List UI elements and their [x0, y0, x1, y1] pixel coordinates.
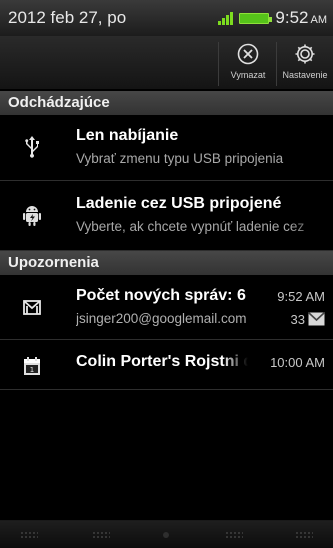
divider: [218, 42, 219, 86]
section-header-notifications: Upozornenia: [0, 251, 333, 275]
drag-handle-bar[interactable]: [0, 520, 333, 548]
status-time: 9:52 AM: [275, 8, 327, 27]
status-bar: 2012 feb 27, po 9:52 AM: [0, 0, 333, 36]
calendar-icon: 1: [20, 354, 44, 378]
item-title: Colin Porter's Rojstni dan: [76, 353, 248, 370]
clear-button[interactable]: Vymazat: [220, 42, 276, 88]
handle-dot: [163, 532, 169, 538]
status-date: 2012 feb 27, po: [8, 8, 127, 27]
list-item-usb-charging[interactable]: Len nabíjanie Vybrať zmenu typu USB prip…: [0, 115, 333, 181]
signal-icon: [218, 11, 234, 25]
item-time: 10:00 AM: [270, 355, 325, 370]
clear-button-label: Vymazat: [230, 70, 266, 80]
gmail-icon: [20, 295, 44, 319]
item-title: Len nabíjanie: [76, 127, 179, 144]
list-item-calendar[interactable]: 1 Colin Porter's Rojstni dan 10:00 AM: [0, 340, 333, 390]
item-subtitle: Vyberte, ak chcete vypnúť ladenie cez: [76, 219, 305, 234]
settings-button-label: Nastavenie: [282, 70, 328, 80]
settings-button[interactable]: Nastavenie: [277, 42, 333, 88]
status-indicators: 9:52 AM: [218, 8, 327, 28]
gear-icon: [293, 42, 317, 66]
battery-icon: [239, 12, 273, 24]
grip-icon: [295, 531, 313, 539]
list-item-usb-debugging[interactable]: Ladenie cez USB pripojené Vyberte, ak ch…: [0, 181, 333, 251]
grip-icon: [20, 531, 38, 539]
item-title: Počet nových správ: 6: [76, 287, 246, 304]
svg-text:1: 1: [30, 366, 34, 374]
clear-x-icon: [236, 42, 260, 66]
section-header-ongoing: Odchádzajúce: [0, 91, 333, 115]
unread-count: 33: [290, 312, 305, 327]
item-time: 9:52 AM: [277, 289, 325, 304]
list-item-gmail[interactable]: Počet nových správ: 6 9:52 AM jsinger200…: [0, 275, 333, 340]
grip-icon: [225, 531, 243, 539]
android-debug-icon: [20, 203, 44, 227]
usb-icon: [20, 135, 44, 159]
grip-icon: [92, 531, 110, 539]
item-subtitle: Vybrať zmenu typu USB pripojenia: [76, 151, 284, 166]
item-title: Ladenie cez USB pripojené: [76, 195, 282, 212]
notification-actions: Vymazat Nastavenie: [0, 36, 333, 90]
item-subtitle: jsinger200@googlemail.com: [76, 311, 247, 326]
mail-envelope-icon: [308, 312, 325, 331]
